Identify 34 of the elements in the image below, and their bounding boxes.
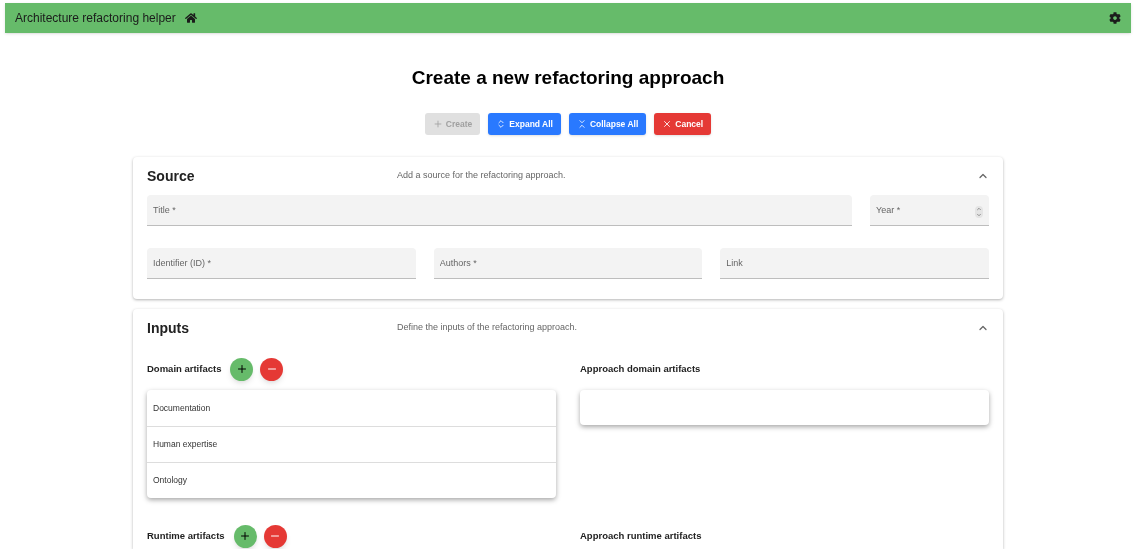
input-field[interactable]: Authors * — [433, 248, 703, 279]
list-item[interactable]: Ontology — [147, 462, 556, 498]
close-icon — [662, 119, 673, 129]
remove-button[interactable] — [263, 524, 287, 548]
plus-icon — [235, 363, 248, 375]
collapse-button[interactable]: Collapse All — [568, 113, 647, 135]
input-field[interactable]: Title * — [147, 195, 852, 226]
add-button[interactable] — [230, 357, 254, 381]
remove-button[interactable] — [260, 357, 284, 381]
group-label: Runtime artifacts — [147, 528, 225, 543]
cancel-button[interactable]: Cancel — [654, 113, 712, 135]
list-item[interactable]: Human expertise — [147, 426, 556, 462]
plus-icon — [432, 119, 443, 129]
list-item[interactable]: Documentation — [147, 390, 556, 426]
section-title: Source — [147, 166, 196, 186]
plus-icon — [239, 530, 252, 542]
page-title: Create a new refactoring approach — [410, 65, 726, 90]
number-field[interactable]: Year * — [870, 195, 989, 226]
add-button[interactable] — [233, 524, 257, 548]
group-label: Approach domain artifacts — [580, 361, 701, 376]
home-icon[interactable] — [184, 11, 197, 24]
app-title: Architecture refactoring helper — [15, 9, 176, 27]
settings-icon[interactable] — [1109, 11, 1121, 24]
expand-button[interactable]: Expand All — [488, 113, 561, 135]
collapse-icon — [576, 119, 587, 129]
section-title: Inputs — [147, 318, 190, 338]
expand-icon — [496, 119, 507, 129]
group-label: Approach runtime artifacts — [580, 528, 702, 543]
input-field[interactable]: Identifier (ID) * — [147, 248, 416, 279]
spinner-icon[interactable] — [975, 206, 983, 218]
section-description: Define the inputs of the refactoring approach. — [397, 321, 579, 335]
group-label: Domain artifacts — [147, 361, 222, 376]
input-field[interactable]: Link — [720, 248, 989, 279]
section-description: Add a source for the refactoring approach. — [397, 169, 567, 183]
